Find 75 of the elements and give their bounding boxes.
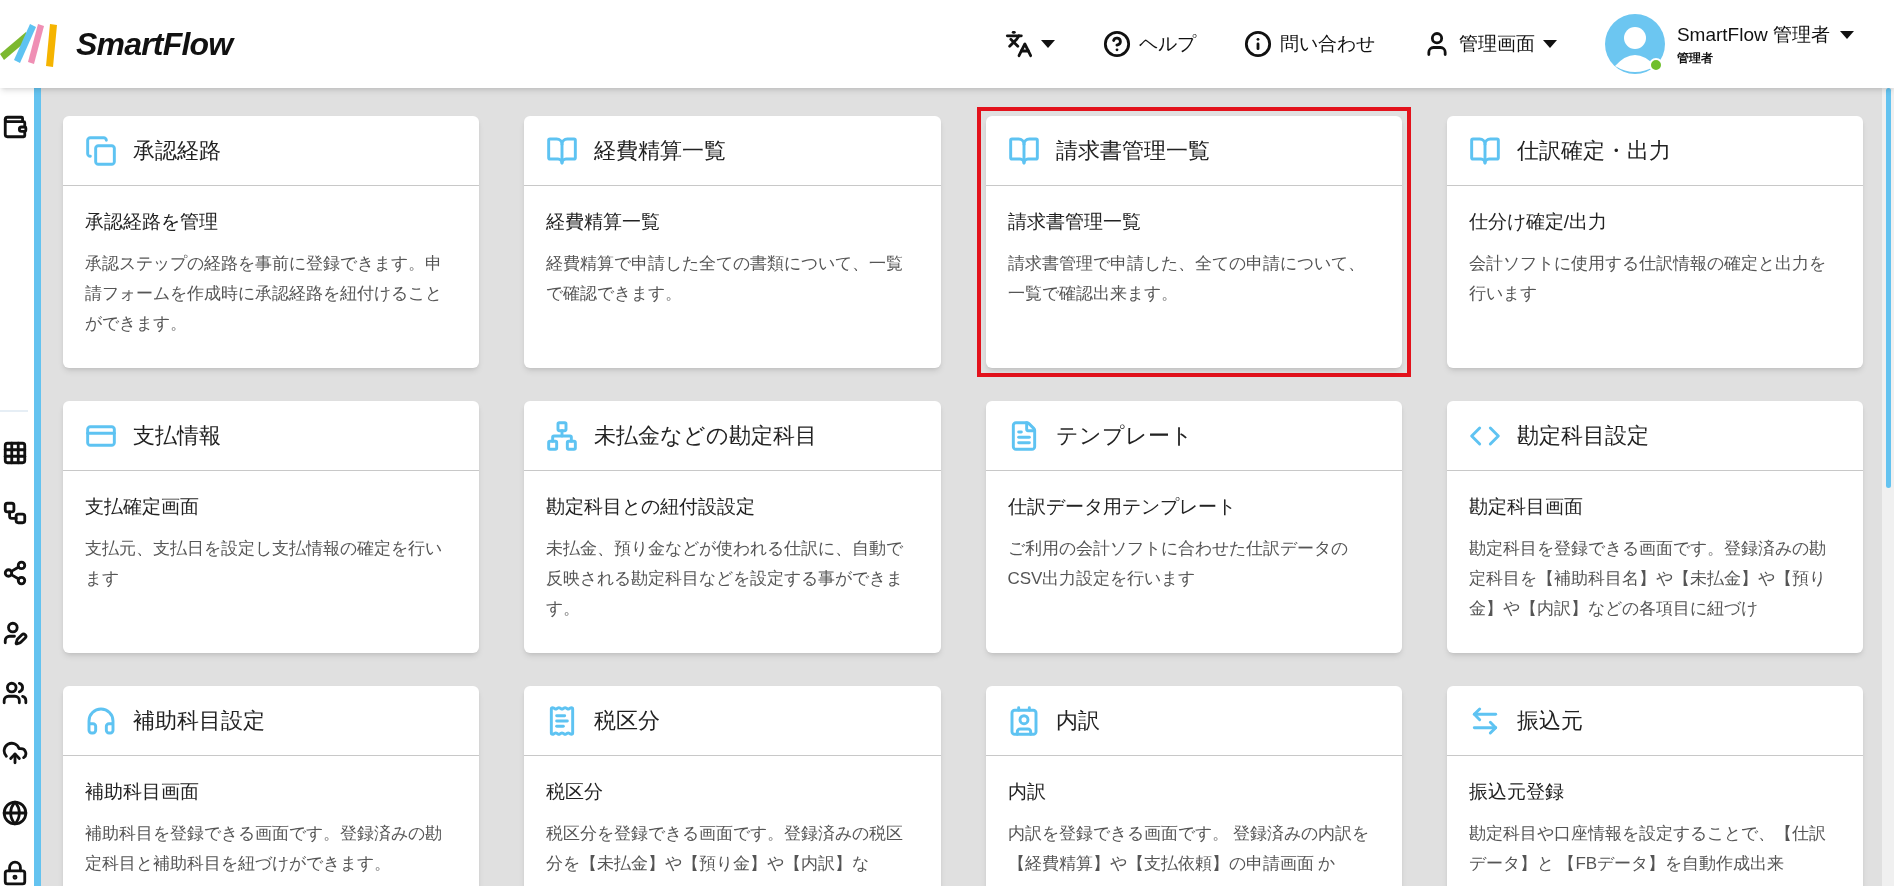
card-title: 未払金などの勘定科目 (594, 422, 818, 450)
nav-link[interactable]: 管理画面 (1422, 29, 1557, 59)
menu-card[interactable]: 支払情報 支払確定画面 支払元、支払日を設定し支払情報の確定を行います (63, 401, 480, 653)
nav-link[interactable]: ヘルプ (1102, 29, 1196, 59)
card-subtitle: 補助科目画面 (85, 780, 200, 804)
card-title: 仕訳確定・出力 (1516, 137, 1671, 165)
user-edit-icon[interactable] (2, 620, 28, 646)
menu-card[interactable]: 請求書管理一覧 請求書管理一覧 請求書管理で申請した、全ての申請について、一覧で確認出来ます。 (976, 107, 1411, 377)
card-description: 会計ソフトに使用する仕訳情報の確定と出力を行います (1468, 252, 1827, 305)
globe-icon[interactable] (2, 800, 28, 826)
card-subtitle: 税区分 (546, 780, 605, 804)
card-subtitle: 勘定科目との紐付設設定 (546, 495, 757, 519)
menu-card[interactable]: 補助科目設定 補助科目画面 補助科目を登録できる画面です。登録済みの勘定科目と補助科目を紐づけができます。 (63, 686, 480, 886)
card-description: 支払元、支払日を設定し支払情報の確定を行います (85, 537, 443, 590)
copy-icon (85, 134, 117, 167)
card-description: 税区分を登録できる画面です。登録済みの税区分を【未払金】や【預り金】や【内訳】な (546, 822, 905, 875)
menu-card[interactable]: 振込元 振込元登録 勘定科目や口座情報を設定することで、【仕訳データ】と 【FBデータ】を自動作成出来 (1446, 686, 1863, 886)
card-description: 補助科目を登録できる画面です。登録済みの勘定科目と補助科目を紐づけができます。 (85, 822, 443, 875)
menu-card[interactable]: テンプレート 仕訳データ用テンプレート ご利用の会計ソフトに合わせた仕訳データのCSV出力設定を行います (985, 401, 1402, 653)
card-subtitle: 承認経路を管理 (85, 210, 219, 234)
workflow-icon[interactable] (2, 500, 28, 526)
card-description: 未払金、預り金などが使われる仕訳に、自動で反映される勘定科目などを設定する事ができます。 (546, 537, 905, 620)
card-description: 勘定科目や口座情報を設定することで、【仕訳データ】と 【FBデータ】を自動作成出来 (1468, 822, 1827, 875)
caret-icon (1542, 40, 1557, 48)
card-subtitle: 内訳 (1007, 780, 1047, 804)
wallet-icon[interactable] (2, 114, 28, 140)
card-description: 承認ステップの経路を事前に登録できます。申請フォームを作成時に承認経路を紐付けることができます。 (85, 252, 443, 335)
card-title: 税区分 (594, 707, 661, 735)
card-title: 補助科目設定 (133, 707, 265, 735)
card-subtitle: 振込元登録 (1468, 780, 1565, 804)
card-title: 内訳 (1055, 707, 1100, 735)
users-icon[interactable] (2, 680, 28, 706)
card-description: 請求書管理で申請した、全ての申請について、一覧で確認出来ます。 (1007, 252, 1366, 305)
card-title: 振込元 (1516, 707, 1583, 735)
menu-card[interactable]: 未払金などの勘定科目 勘定科目との紐付設設定 未払金、預り金などが使われる仕訳に、自動で反映される勘定科目などを設定する事ができます。 (524, 401, 941, 653)
card-description: 勘定科目を登録できる画面です。登録済みの勘定科目を【補助科目名】や【未払金】や【預り金】や【内訳】などの各項目に紐づけ (1468, 537, 1827, 620)
avatar-icon (1604, 14, 1665, 74)
card-title: 勘定科目設定 (1516, 422, 1649, 450)
network-icon (546, 419, 579, 452)
scrollbar-thumb[interactable] (1885, 88, 1891, 488)
logo-text[interactable]: SmartFlow (76, 20, 233, 68)
card-title: 承認経路 (133, 137, 221, 165)
cloud-upload-icon[interactable] (2, 740, 28, 766)
card-title: テンプレート (1055, 422, 1193, 450)
card-description: ご利用の会計ソフトに合わせた仕訳データのCSV出力設定を行います (1007, 537, 1349, 590)
info-icon (1243, 30, 1272, 58)
card-title: 経費精算一覧 (594, 137, 727, 165)
card-description: 経費精算で申請した全ての書類について、一覧で確認できます。 (546, 252, 905, 305)
card-subtitle: 勘定科目画面 (1468, 495, 1584, 519)
menu-card[interactable]: 仕訳確定・出力 仕分け確定/出力 会計ソフトに使用する仕訳情報の確定と出力を行います (1446, 116, 1863, 368)
lock-icon[interactable] (2, 860, 28, 886)
card-subtitle: 仕訳データ用テンプレート (1007, 495, 1237, 519)
card-subtitle: 支払確定画面 (85, 495, 200, 519)
menu-card[interactable]: 経費精算一覧 経費精算一覧 経費精算で申請した全ての書類について、一覧で確認できます。 (524, 116, 941, 368)
menu-card[interactable]: 内訳 内訳 内訳を登録できる画面です。 登録済みの内訳を【経費精算】や【支払依頼】の申請画面 か (985, 686, 1402, 886)
menu-card[interactable]: 税区分 税区分 税区分を登録できる画面です。登録済みの税区分を【未払金】や【預り金】や【内訳】な (524, 686, 941, 886)
card-title: 支払情報 (133, 422, 221, 450)
card-description: 内訳を登録できる画面です。 登録済みの内訳を【経費精算】や【支払依頼】の申請画面 か (1007, 822, 1371, 875)
grid-icon[interactable] (2, 440, 28, 466)
card-subtitle: 経費精算一覧 (546, 210, 662, 234)
menu-card[interactable]: 勘定科目設定 勘定科目画面 勘定科目を登録できる画面です。登録済みの勘定科目を【補助科目名】や【未払金】や【預り金】や【内訳】などの各項目に紐づけ (1446, 401, 1863, 653)
caret-icon (1040, 40, 1055, 48)
caret-icon (1840, 31, 1854, 39)
card-title: 請求書管理一覧 (1055, 137, 1210, 165)
card-subtitle: 仕分け確定/出力 (1468, 210, 1609, 234)
help-icon (1102, 30, 1131, 58)
nav-link[interactable]: 問い合わせ (1243, 29, 1375, 59)
user-menu[interactable]: SmartFlow 管理者 管理者 (1604, 14, 1854, 74)
user-role: 管理者 (1676, 50, 1713, 68)
translate-icon (1004, 30, 1033, 58)
share-icon[interactable] (2, 560, 28, 586)
card-subtitle: 請求書管理一覧 (1007, 210, 1142, 234)
menu-card[interactable]: 承認経路 承認経路を管理 承認ステップの経路を事前に登録できます。申請フォームを作成時に承認経路を紐付けることができます。 (63, 116, 480, 368)
language-menu-button[interactable] (1004, 30, 1055, 58)
user-name: SmartFlow 管理者 (1676, 22, 1830, 47)
